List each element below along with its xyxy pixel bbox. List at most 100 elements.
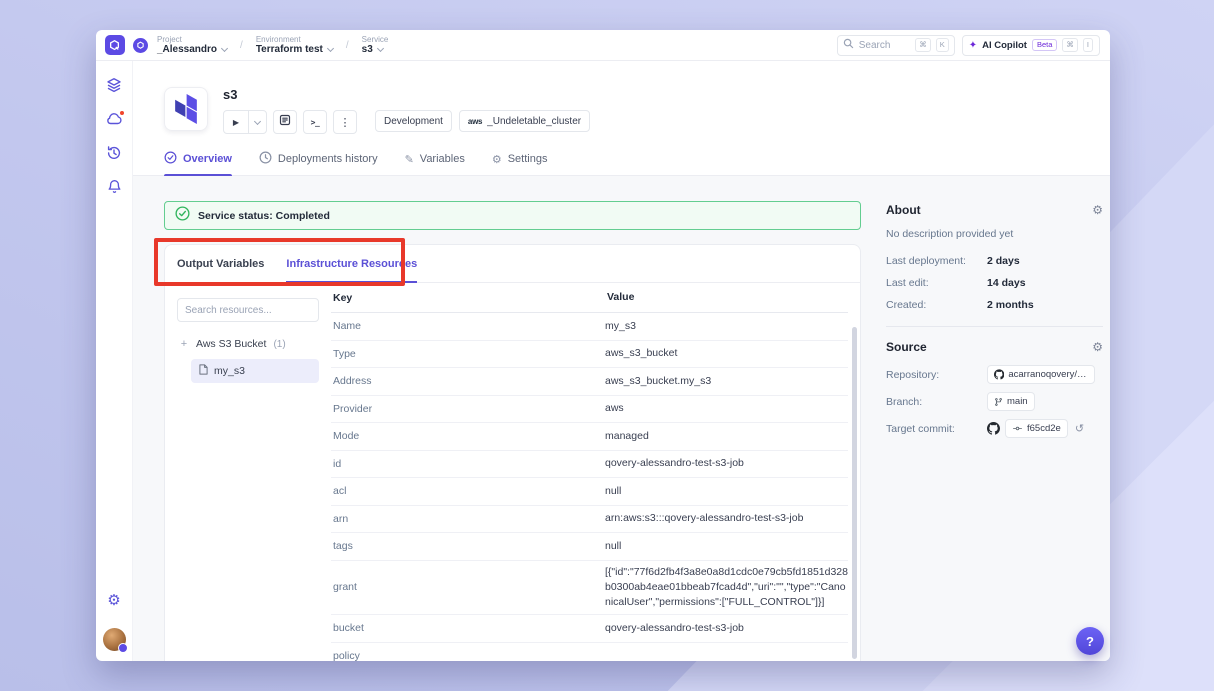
tab-settings[interactable]: ⚙ Settings: [492, 143, 548, 175]
row-value: arn:aws:s3:::qovery-alessandro-test-s3-j…: [605, 512, 804, 525]
environment-mode-badge[interactable]: Development: [375, 110, 452, 132]
table-row: Name my_s3: [331, 313, 848, 341]
deploy-options-button[interactable]: [248, 111, 266, 133]
kbd-cmd: ⌘: [915, 38, 931, 52]
resource-search[interactable]: [177, 298, 319, 322]
service-header: s3 ▶ >_ ⋮ Development aws _Undeletable_c…: [133, 61, 1110, 134]
table-row: id qovery-alessandro-test-s3-job: [331, 451, 848, 478]
tab-deployments-history[interactable]: Deployments history: [259, 143, 378, 175]
tab-overview[interactable]: Overview: [164, 143, 232, 176]
qovery-logo[interactable]: [96, 35, 133, 55]
breadcrumb-environment[interactable]: Environment Terraform test: [255, 34, 334, 56]
stat-label: Last deployment:: [886, 254, 966, 267]
source-title: Source: [886, 340, 927, 354]
terminal-icon: >_: [310, 117, 320, 127]
sidebar-item-audit-logs[interactable]: [102, 143, 126, 167]
environment-value[interactable]: Terraform test: [256, 44, 323, 56]
branch-badge[interactable]: main: [987, 392, 1035, 411]
gear-icon[interactable]: ⚙: [1092, 203, 1103, 217]
about-description: No description provided yet: [886, 228, 1014, 240]
tab-variables[interactable]: ✎ Variables: [405, 143, 465, 175]
service-tabs: Overview Deployments history ✎ Variables…: [133, 143, 1110, 176]
row-key: tags: [333, 540, 353, 553]
chevron-down-icon: [376, 45, 384, 53]
user-menu[interactable]: [102, 628, 128, 653]
service-status-banner: Service status: Completed: [164, 201, 861, 230]
service-value[interactable]: s3: [362, 44, 373, 56]
tab-settings-label: Settings: [507, 153, 548, 165]
status-text: Service status: Completed: [198, 209, 330, 222]
project-value[interactable]: _Alessandro: [157, 44, 217, 56]
tree-group-aws-s3-bucket[interactable]: + Aws S3 Bucket (1): [177, 331, 319, 357]
stat-value: 14 days: [987, 276, 1026, 289]
beta-badge: Beta: [1031, 38, 1058, 52]
search-icon: [843, 36, 854, 54]
search-input[interactable]: [858, 39, 911, 51]
stat-created: Created: 2 months: [886, 297, 1103, 312]
terminal-button[interactable]: >_: [303, 110, 327, 134]
sidebar-item-notifications[interactable]: [102, 177, 126, 201]
top-bar: Project _Alessandro / Environment Terraf…: [96, 30, 1110, 61]
global-search[interactable]: ⌘ K: [836, 34, 955, 56]
kbd-i: I: [1082, 38, 1093, 52]
sidebar-item-settings[interactable]: ⚙: [102, 588, 126, 612]
breadcrumb-service[interactable]: Service s3: [362, 35, 389, 56]
row-key: Name: [333, 320, 362, 333]
more-actions-button[interactable]: ⋮: [333, 110, 357, 134]
row-value: null: [605, 484, 622, 497]
row-key: Address: [333, 375, 372, 388]
environment-label: Environment: [255, 34, 301, 44]
clock-icon: [259, 151, 272, 167]
kebab-icon: ⋮: [339, 116, 351, 129]
ai-copilot-button[interactable]: ✦ AI Copilot Beta ⌘ I: [961, 34, 1100, 56]
app-window: Project _Alessandro / Environment Terraf…: [96, 30, 1110, 661]
rollback-icon[interactable]: ↺: [1075, 422, 1084, 435]
cluster-badge[interactable]: aws _Undeletable_cluster: [458, 110, 591, 132]
column-header-key: Key: [333, 291, 353, 304]
row-key: id: [333, 457, 342, 470]
table-row: acl null: [331, 478, 848, 506]
gear-icon: ⚙: [491, 153, 502, 166]
check-circle-icon: [175, 205, 190, 226]
resource-search-input[interactable]: [185, 304, 311, 316]
row-value: my_s3: [605, 319, 636, 332]
tree-item-my-s3[interactable]: my_s3: [191, 359, 319, 383]
row-value: qovery-alessandro-test-s3-job: [605, 457, 744, 470]
play-button[interactable]: ▶: [224, 111, 248, 133]
organization-avatar[interactable]: [133, 37, 148, 53]
row-key: Mode: [333, 430, 360, 443]
breadcrumb: Project _Alessandro / Environment Terraf…: [157, 35, 388, 56]
tab-infrastructure-resources[interactable]: Infrastructure Resources: [286, 245, 417, 283]
copilot-label: AI Copilot: [982, 39, 1027, 51]
chevron-down-icon: [326, 45, 334, 53]
row-key: policy: [333, 649, 360, 661]
stat-last-edit: Last edit: 14 days: [886, 275, 1103, 290]
commit-badge[interactable]: f65cd2e: [1005, 419, 1068, 438]
kbd-k: K: [935, 38, 949, 52]
help-button[interactable]: ?: [1076, 627, 1104, 655]
gear-icon[interactable]: ⚙: [1092, 340, 1103, 354]
table-scrollbar[interactable]: [852, 327, 857, 659]
expand-icon[interactable]: +: [179, 338, 189, 350]
source-commit-row: Target commit: f65cd2e ↺: [886, 419, 1103, 438]
row-value: null: [605, 539, 622, 552]
deploy-split-button: ▶: [223, 110, 267, 134]
topbar-actions: ⌘ K ✦ AI Copilot Beta ⌘ I: [836, 34, 1110, 56]
table-row: tags null: [331, 533, 848, 561]
service-badges: Development aws _Undeletable_cluster: [375, 110, 591, 132]
kbd-cmd: ⌘: [1062, 38, 1078, 52]
row-value: [605, 652, 848, 660]
sidebar-item-clusters[interactable]: [102, 109, 126, 133]
tab-deployments-label: Deployments history: [277, 153, 378, 165]
repository-link[interactable]: acarranoqovery/te...: [987, 365, 1095, 384]
sidebar-item-services[interactable]: [102, 75, 126, 99]
overview-content: Service status: Completed Output Variabl…: [133, 176, 1110, 661]
column-header-value: Value: [607, 290, 635, 303]
avatar-org-badge: [117, 643, 128, 653]
breadcrumb-project[interactable]: Project _Alessandro: [157, 35, 229, 56]
logs-button[interactable]: [273, 110, 297, 134]
resource-table: Key Value Name my_s3 Type aws_s3_bucket: [331, 283, 860, 661]
tab-output-variables[interactable]: Output Variables: [177, 245, 264, 282]
stat-value: 2 months: [987, 298, 1034, 311]
row-key: Provider: [333, 402, 373, 415]
